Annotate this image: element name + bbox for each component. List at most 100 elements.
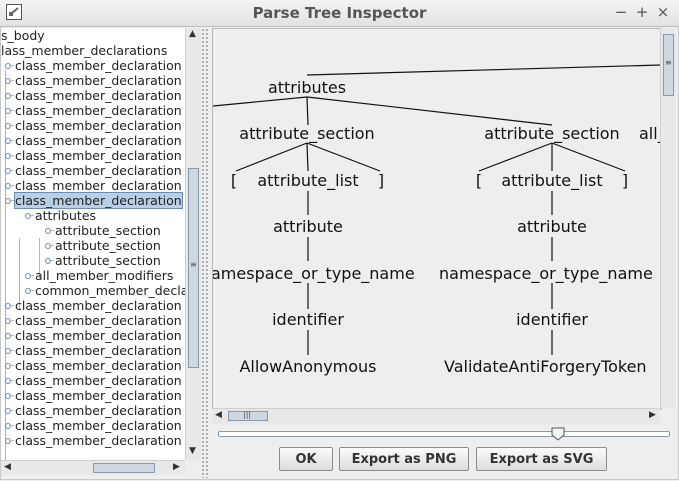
- tree-handle-icon[interactable]: [45, 228, 51, 234]
- leaf-allow-anonymous: AllowAnonymous: [239, 357, 376, 376]
- tree-handle-icon[interactable]: [5, 363, 11, 369]
- tree-node[interactable]: attributes: [35, 208, 96, 223]
- tree-guide: [9, 395, 14, 396]
- tree-handle-icon[interactable]: [25, 288, 31, 294]
- close-icon[interactable]: ×: [654, 3, 672, 21]
- export-png-button[interactable]: Export as PNG: [339, 447, 469, 471]
- parse-tree-canvas[interactable]: attributes attribute_section attribute_s…: [212, 28, 662, 410]
- tree-node[interactable]: class_member_declaration: [15, 418, 182, 433]
- tree-handle-icon[interactable]: [45, 243, 51, 249]
- tree-handle-icon[interactable]: [5, 183, 11, 189]
- tree-guide: [9, 335, 14, 336]
- tree-handle-icon[interactable]: [25, 273, 31, 279]
- canvas-horizontal-scrollbar[interactable]: ◀ ||| ▶: [212, 408, 660, 424]
- tree-node[interactable]: class_member_declaration: [15, 343, 182, 358]
- tree-handle-icon[interactable]: [5, 168, 11, 174]
- tree-handle-icon[interactable]: [25, 213, 31, 219]
- tree-node[interactable]: class_member_declaration: [15, 403, 182, 418]
- tree-handle-icon[interactable]: [5, 408, 11, 414]
- tree-node-label: class_member_declaration: [15, 343, 182, 358]
- tree-node-label: class_member_declaration: [15, 313, 182, 328]
- tree-node-label: class_member_declaration: [15, 133, 182, 148]
- tree-node-label: class_member_declaration: [15, 388, 182, 403]
- ok-button[interactable]: OK: [279, 447, 333, 471]
- zoom-slider[interactable]: [218, 426, 670, 443]
- grip-icon: ≡: [665, 58, 672, 67]
- tree-handle-icon[interactable]: [5, 348, 11, 354]
- tree-node[interactable]: class_member_declaration: [15, 313, 182, 328]
- tree-node[interactable]: class_member_declaration: [15, 358, 182, 373]
- scroll-left-icon[interactable]: ◀: [215, 410, 222, 420]
- tree-handle-icon[interactable]: [5, 108, 11, 114]
- maximize-icon[interactable]: +: [633, 3, 651, 21]
- tree-handle-icon[interactable]: [5, 423, 11, 429]
- tree-handle-icon[interactable]: [5, 333, 11, 339]
- tree-node-label: class_member_declaration: [15, 58, 182, 73]
- tree-node[interactable]: class_member_declaration: [15, 373, 182, 388]
- tree-guide: [9, 95, 14, 96]
- scroll-left-icon[interactable]: ◀: [4, 462, 11, 472]
- tree-handle-icon[interactable]: [45, 258, 51, 264]
- tree-handle-icon[interactable]: [5, 123, 11, 129]
- tree-guide: [49, 245, 54, 246]
- tree-node-label: class_member_declaration: [15, 163, 182, 178]
- title-bar: Parse Tree Inspector − + ×: [0, 0, 679, 27]
- tree-handle-icon[interactable]: [5, 93, 11, 99]
- node-attribute: attribute: [517, 217, 587, 236]
- minimize-icon[interactable]: −: [612, 3, 630, 21]
- tree-node[interactable]: attribute_section: [55, 253, 161, 268]
- export-svg-button[interactable]: Export as SVG: [476, 447, 607, 471]
- scroll-down-icon[interactable]: ▼: [189, 446, 196, 456]
- scroll-right-icon[interactable]: ▶: [173, 462, 180, 472]
- tree-node[interactable]: class_member_declaration: [15, 73, 182, 88]
- tree-handle-icon[interactable]: [5, 63, 11, 69]
- tree-panel[interactable]: s_body lass_member_declarations class_memb…: [1, 28, 185, 460]
- tree-node[interactable]: attribute_section: [55, 223, 161, 238]
- tree-guide: [9, 365, 14, 366]
- tree-node[interactable]: class_member_declaration: [15, 163, 182, 178]
- tree-vertical-scrollbar[interactable]: ▲ ≡ ▼: [185, 28, 201, 460]
- tree-node[interactable]: all_member_modifiers: [35, 268, 173, 283]
- tree-handle-icon[interactable]: [5, 198, 11, 204]
- scroll-right-icon[interactable]: ▶: [649, 410, 656, 420]
- tree-node[interactable]: class_member_declaration: [14, 192, 183, 209]
- tree-guide: [29, 290, 34, 291]
- tree-guide: [9, 320, 14, 321]
- tree-node[interactable]: class_member_declaration: [15, 178, 182, 193]
- tree-node[interactable]: class_member_declaration: [15, 133, 182, 148]
- tree-node[interactable]: common_member_decla: [35, 283, 185, 298]
- tree-node[interactable]: class_member_declaration: [15, 88, 182, 103]
- tree-node-label: class_member_declaration: [15, 403, 182, 418]
- tree-node[interactable]: class_member_declaration: [15, 118, 182, 133]
- split-pane-divider[interactable]: [201, 28, 209, 478]
- tree-node-label: class_member_declaration: [15, 328, 182, 343]
- zoom-slider-knob[interactable]: [551, 426, 565, 441]
- tree-node[interactable]: s_body: [1, 28, 45, 43]
- scroll-up-icon[interactable]: ▲: [189, 29, 196, 39]
- grip-icon: ≡: [190, 260, 197, 269]
- tree-node-label: class_member_declaration: [15, 358, 182, 373]
- tree-node[interactable]: class_member_declaration: [15, 298, 182, 313]
- tree-guide: [9, 350, 14, 351]
- tree-handle-icon[interactable]: [5, 378, 11, 384]
- tree-handle-icon[interactable]: [5, 318, 11, 324]
- canvas-vertical-scrollbar[interactable]: ≡: [660, 28, 676, 408]
- tree-node[interactable]: class_member_declaration: [15, 328, 182, 343]
- tree-handle-icon[interactable]: [5, 138, 11, 144]
- tree-node[interactable]: lass_member_declarations: [1, 43, 167, 58]
- tree-handle-icon[interactable]: [5, 303, 11, 309]
- tree-hscroll-thumb[interactable]: [93, 463, 155, 473]
- tree-handle-icon[interactable]: [5, 153, 11, 159]
- tree-node[interactable]: class_member_declaration: [15, 388, 182, 403]
- tree-handle-icon[interactable]: [5, 438, 11, 444]
- tree-node[interactable]: attribute_section: [55, 238, 161, 253]
- tree-handle-icon[interactable]: [5, 78, 11, 84]
- tree-node[interactable]: class_member_declaration: [15, 433, 182, 448]
- tree-handle-icon[interactable]: [5, 393, 11, 399]
- tree-horizontal-scrollbar[interactable]: ◀ ▶: [1, 460, 185, 475]
- tree-node[interactable]: class_member_declaration: [15, 103, 182, 118]
- leaf-validate-anti-forgery-token: ValidateAntiForgeryToken: [444, 357, 647, 376]
- tree-node[interactable]: class_member_declaration: [15, 58, 182, 73]
- tree-node[interactable]: class_member_declaration: [15, 148, 182, 163]
- tree-guide: [9, 440, 14, 441]
